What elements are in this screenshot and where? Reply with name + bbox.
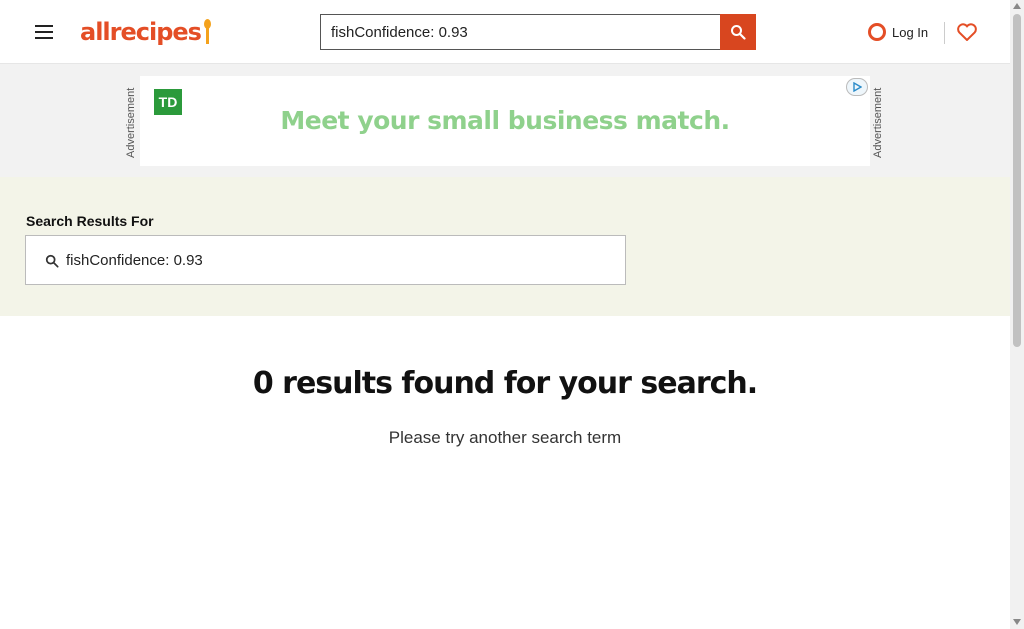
advertisement-band: Advertisement TD Meet your small busines… — [0, 64, 1010, 177]
login-label: Log In — [892, 24, 929, 40]
results-search-field[interactable]: fishConfidence: 0.93 — [25, 235, 626, 285]
heart-icon — [957, 23, 977, 41]
user-circle-icon — [868, 23, 886, 41]
adchoices-icon[interactable] — [846, 78, 868, 96]
saved-recipes-button[interactable] — [955, 18, 979, 46]
results-heading: Search Results For — [26, 213, 154, 229]
search-icon[interactable] — [42, 251, 62, 271]
scroll-down-icon[interactable] — [1013, 619, 1021, 625]
site-header: allrecipes Log In — [0, 0, 1010, 64]
spoon-icon — [203, 19, 212, 45]
page-scrollbar[interactable] — [1010, 0, 1024, 629]
menu-button[interactable] — [30, 18, 58, 46]
no-results-title: 0 results found for your search. — [252, 366, 758, 401]
header-divider — [944, 22, 945, 44]
ad-banner[interactable]: TD Meet your small business match. — [140, 76, 870, 166]
search-input[interactable] — [320, 14, 720, 50]
scroll-thumb[interactable] — [1013, 14, 1021, 347]
hamburger-icon — [35, 25, 53, 27]
search-icon — [731, 25, 746, 40]
scroll-up-icon[interactable] — [1013, 3, 1021, 9]
ad-label-right: Advertisement — [872, 87, 884, 158]
allrecipes-logo[interactable]: allrecipes — [80, 14, 212, 50]
login-button[interactable]: Log In — [868, 18, 934, 46]
ad-headline: Meet your small business match. — [280, 106, 730, 135]
ad-label-left: Advertisement — [125, 87, 137, 158]
search-button[interactable] — [720, 14, 756, 50]
results-query: fishConfidence: 0.93 — [66, 252, 203, 269]
try-another-text: Please try another search term — [388, 428, 622, 447]
search-results-band: Search Results For fishConfidence: 0.93 — [0, 177, 1010, 316]
logo-text: allrecipes — [80, 18, 202, 46]
